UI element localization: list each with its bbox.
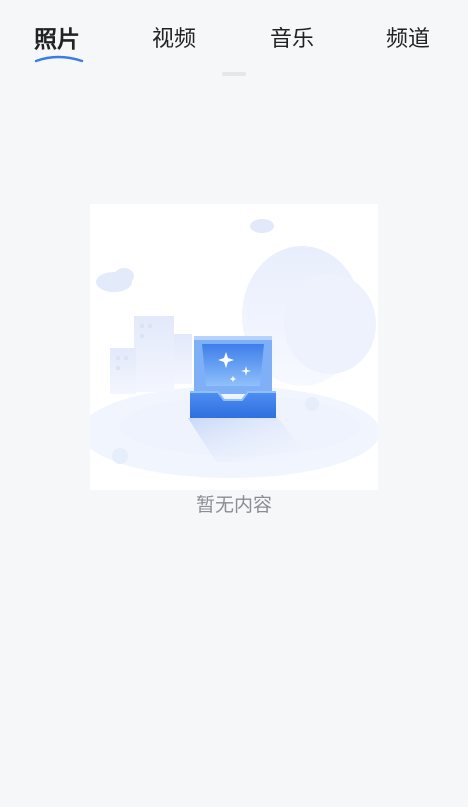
empty-state-message: 暂无内容 — [195, 494, 272, 516]
screen: 照片 视频 音乐 频道 暂无内容 — [0, 0, 468, 807]
tab-videos-label: 视频 — [152, 27, 197, 52]
tab-videos[interactable]: 视频 — [152, 22, 196, 58]
tab-photos[interactable]: 照片 — [34, 22, 84, 63]
tab-bar: 照片 视频 音乐 频道 — [0, 0, 468, 70]
tab-photos-label: 照片 — [34, 27, 80, 53]
empty-inbox-icon — [90, 204, 378, 490]
tab-music[interactable]: 音乐 — [270, 22, 314, 58]
tab-music-label: 音乐 — [270, 27, 315, 52]
pull-handle — [222, 72, 246, 76]
tab-channels[interactable]: 频道 — [386, 22, 430, 58]
active-tab-indicator — [34, 55, 84, 63]
tab-channels-label: 频道 — [386, 27, 431, 52]
